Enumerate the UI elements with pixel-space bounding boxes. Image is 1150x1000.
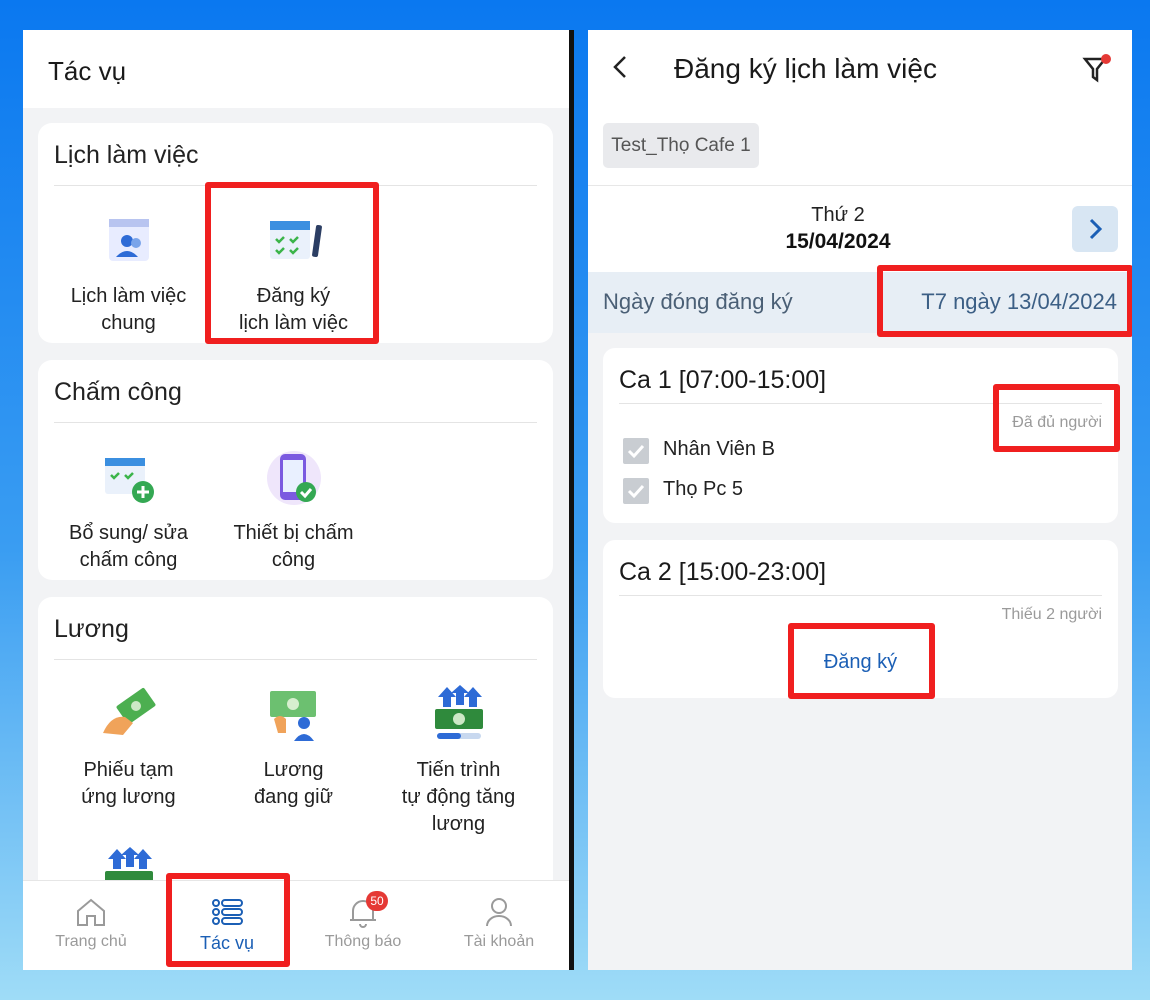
screen-header: Đăng ký lịch làm việc [588,30,1132,110]
money-growth-icon [429,685,489,745]
nav-account[interactable]: Tài khoản [431,881,567,970]
tile-label-2: chung [101,312,156,334]
tile-salary-advance[interactable]: Phiếu tạm ứng lương [46,685,211,811]
tile-label-1: Tiến trình [416,759,501,781]
nav-notifications[interactable]: 50 Thông báo [295,881,431,970]
tile-label-1: Thiết bị chấm [233,522,354,544]
shift-status: Thiếu 2 người [1001,606,1102,623]
checkbox-checked [623,478,649,504]
highlight-full-status [993,384,1120,452]
bell-icon: 50 [346,891,388,929]
phone-check-icon [264,448,324,508]
highlight-register-tile [205,182,379,344]
tile-label-1: Lương [263,759,324,781]
nav-home[interactable]: Trang chủ [23,881,159,970]
tile-label-1: Lịch làm việc [70,285,187,307]
tile-salary-held[interactable]: Lương đang giữ [211,685,376,811]
nav-label: Trang chủ [55,933,127,950]
checkbox-checked [623,438,649,464]
nav-label: Tài khoản [463,933,535,950]
money-hand-icon [99,685,159,745]
nav-label: Thông báo [324,933,402,950]
tile-label-2: chấm công [79,549,178,571]
highlight-close-date [877,265,1132,337]
notification-badge: 50 [366,891,388,911]
tile-label-1: Bổ sung/ sửa [68,522,188,544]
section-title: Lương [54,615,129,643]
tile-auto-raise[interactable]: Tiến trình tự động tăng lương [376,685,541,838]
selected-date: 15/04/2024 [785,230,891,253]
member-name: Thọ Pc 5 [663,478,744,500]
tasks-screen: Tác vụ Lịch làm việc Lịch làm việc chung … [23,30,569,970]
tile-label-1: Phiếu tạm [83,759,174,781]
next-day-button[interactable] [1072,206,1118,252]
divider [588,185,1132,186]
shift-title: Ca 2 [15:00-23:00] [619,558,827,586]
calendar-add-icon [99,448,159,508]
tile-label-2: công [271,549,316,571]
store-chip[interactable]: Test_Thọ Cafe 1 [603,123,759,168]
back-chevron-icon[interactable] [610,52,630,90]
section-title: Lịch làm việc [54,141,199,169]
home-icon [74,895,108,929]
bottom-nav: Trang chủ Tác vụ 50 Thông báo Tài khoản [23,880,569,970]
divider-bar [569,30,574,970]
close-date-label: Ngày đóng đăng ký [603,289,793,314]
day-name: Thứ 2 [811,204,865,226]
tasks-header: Tác vụ [23,30,569,108]
tile-general-schedule[interactable]: Lịch làm việc chung [46,211,211,337]
tile-timekeeping-device[interactable]: Thiết bị chấm công [211,448,376,574]
register-schedule-screen: Đăng ký lịch làm việc Test_Thọ Cafe 1 Th… [588,30,1132,970]
filter-icon[interactable] [1082,54,1112,84]
divider [619,595,1102,596]
divider [54,659,537,660]
member-name: Nhân Viên B [663,438,775,460]
tile-label-2: ứng lương [81,786,176,808]
section-timekeeping: Chấm công Bổ sung/ sửa chấm công Thiết bị… [38,360,553,580]
money-person-icon [264,685,324,745]
calendar-people-icon [99,211,159,271]
highlight-register-button [788,623,935,699]
divider [54,422,537,423]
section-title: Chấm công [54,378,182,406]
highlight-tasks-nav [166,873,290,967]
user-icon [482,895,516,929]
shift-title: Ca 1 [07:00-15:00] [619,366,827,394]
tile-label-3: lương [431,813,486,835]
tile-label-2: tự động tăng [401,786,516,808]
tile-label-2: đang giữ [253,786,333,808]
section-salary: Lương Phiếu tạm ứng lương Lương đang giữ T… [38,597,553,927]
tile-edit-timekeeping[interactable]: Bổ sung/ sửa chấm công [46,448,211,574]
page-title: Đăng ký lịch làm việc [674,53,937,84]
page-title: Tác vụ [48,56,127,86]
